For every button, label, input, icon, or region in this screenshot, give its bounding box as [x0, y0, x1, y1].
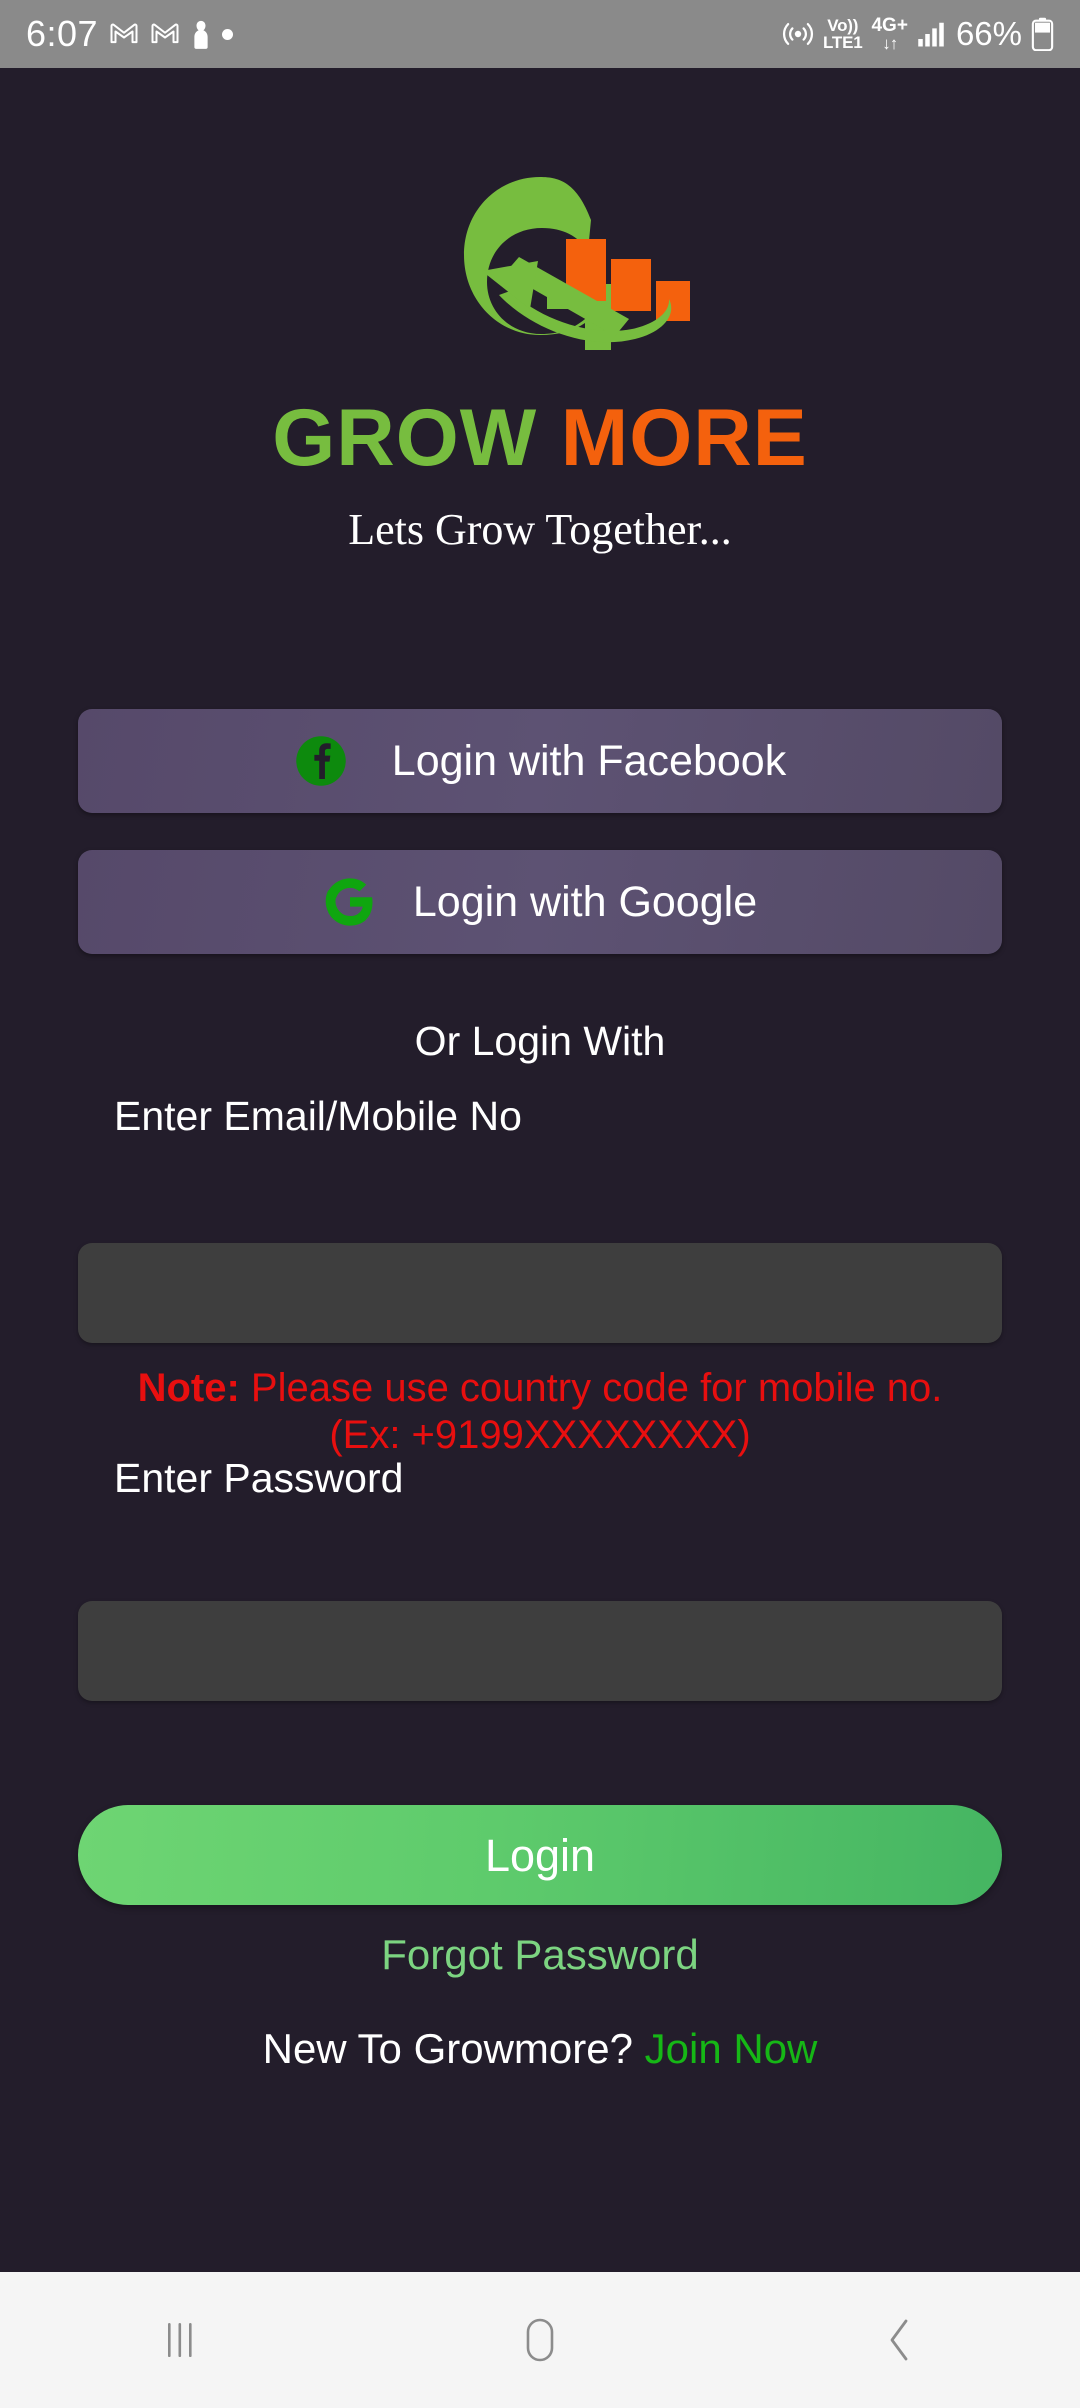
signup-row: New To Growmore? Join Now [0, 2028, 1080, 2070]
join-now-link[interactable]: Join Now [645, 2025, 818, 2072]
status-bar: 6:07 Vo)) LTE1 4G+ ↓↑ 66% [0, 0, 1080, 68]
brand-logo [0, 173, 1080, 363]
facebook-icon [296, 736, 346, 786]
hotspot-icon [782, 23, 814, 45]
note-line-1: Please use country code for mobile no. [239, 1366, 943, 1410]
note-prefix: Note: [137, 1366, 240, 1410]
app-screen: 6:07 Vo)) LTE1 4G+ ↓↑ 66% GROW MORE Lets… [0, 0, 1080, 2408]
battery-icon [1031, 17, 1054, 51]
brand-tagline: Lets Grow Together... [348, 505, 732, 554]
login-page: GROW MORE Lets Grow Together... Login wi… [0, 68, 1080, 2272]
status-time: 6:07 [26, 13, 99, 54]
email-field-label: Enter Email/Mobile No [114, 1093, 522, 1139]
gmail-icon [110, 23, 138, 44]
note-line-2: (Ex: +9199XXXXXXXX) [329, 1413, 751, 1458]
back-icon [890, 2319, 908, 2361]
login-button[interactable]: Login [78, 1805, 1002, 1905]
brand-name: GROW MORE [0, 398, 1080, 479]
growmore-logo-icon [464, 177, 690, 350]
signup-prompt-label: New To Growmore? [262, 2025, 633, 2072]
battery-percent: 66% [955, 15, 1022, 52]
gmail-icon [151, 23, 179, 44]
network-4g-icon: 4G+ ↓↑ [871, 14, 908, 54]
email-input[interactable] [78, 1243, 1002, 1343]
login-with-facebook-label: Login with Facebook [391, 736, 787, 785]
android-navigation-bar [0, 2272, 1080, 2408]
forgot-password-link[interactable]: Forgot Password [0, 1934, 1080, 1976]
email-field-container[interactable] [78, 1243, 1002, 1343]
country-code-note: Note: Please use country code for mobile… [60, 1365, 1020, 1459]
login-with-google-label: Login with Google [412, 877, 758, 926]
brand-name-more: MORE [560, 393, 808, 483]
signal-icon [918, 22, 944, 47]
volte-icon: Vo)) LTE1 [822, 15, 863, 52]
status-bar-left: 6:07 [26, 13, 234, 54]
home-icon [526, 2318, 554, 2362]
recent-apps-button[interactable] [105, 2272, 255, 2408]
status-bar-right: Vo)) LTE1 4G+ ↓↑ 66% [782, 15, 1054, 53]
home-button[interactable] [465, 2272, 615, 2408]
password-field-label: Enter Password [114, 1455, 404, 1501]
back-button[interactable] [825, 2272, 975, 2408]
password-field-container[interactable] [78, 1601, 1002, 1701]
password-input[interactable] [78, 1601, 1002, 1701]
login-with-google-button[interactable]: Login with Google [78, 850, 1002, 954]
brand-name-grow: GROW [272, 393, 538, 483]
person-icon [194, 20, 208, 49]
or-login-with-label: Or Login With [414, 1018, 666, 1064]
recent-apps-icon [168, 2323, 192, 2357]
dot-indicator [222, 28, 234, 40]
google-icon [325, 878, 373, 926]
login-with-facebook-button[interactable]: Login with Facebook [78, 709, 1002, 813]
